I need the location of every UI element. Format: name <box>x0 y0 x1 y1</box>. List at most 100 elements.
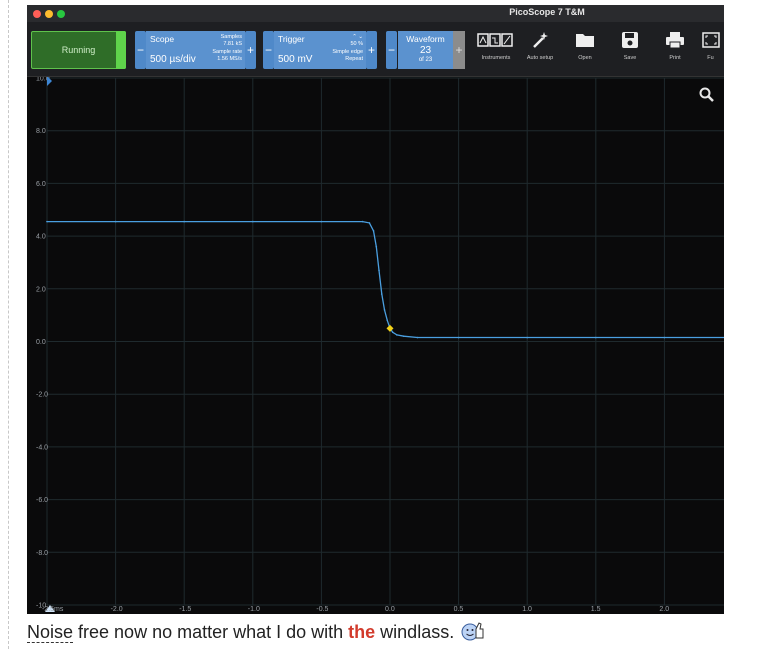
instruments-button[interactable]: Instruments <box>473 29 519 73</box>
left-margin-rule <box>8 0 9 649</box>
x-tick-label: -1.0 <box>248 606 260 613</box>
title-bar: PicoScope 7 T&M <box>27 5 724 22</box>
post-caption: Noise free now no matter what I do with … <box>27 620 485 643</box>
x-tick-label: 0.0 <box>385 606 395 613</box>
waveform-chart[interactable]: 10.08.06.04.02.00.0-2.0-4.0-6.0-8.0-10 -… <box>27 76 724 614</box>
run-indicator <box>116 31 126 69</box>
thumbs-up-emoji-icon <box>461 620 485 647</box>
scope-title: Scope <box>150 34 175 44</box>
waveform-point <box>378 269 380 272</box>
print-label: Print <box>669 55 681 61</box>
waveform-point <box>252 220 254 223</box>
y-tick-label: 4.0 <box>36 234 46 241</box>
instruments-label: Instruments <box>481 55 511 61</box>
caption-middle-text: free now no matter what I do with <box>73 622 349 642</box>
app-window: PicoScope 7 T&M Running − Scope 500 µs/d… <box>27 5 724 614</box>
waveform-point <box>663 336 666 339</box>
trigger-threshold: 500 mV <box>278 54 313 65</box>
toolbar: Running − Scope 500 µs/div Samples 7.81 … <box>27 22 724 77</box>
x-tick-label: 0.5 <box>454 606 464 613</box>
waveform-point <box>368 222 371 224</box>
run-stop-button[interactable]: Running <box>31 31 126 69</box>
waveform-point <box>416 336 419 339</box>
waveform-point <box>183 220 185 223</box>
open-button[interactable]: Open <box>562 29 608 73</box>
y-tick-label: -4.0 <box>36 444 48 451</box>
x-tick-label: -2.5ms <box>42 606 64 613</box>
scope-plus-button[interactable]: + <box>245 31 256 69</box>
caption-end-text: windlass. <box>375 622 455 642</box>
save-button[interactable]: Save <box>607 29 653 73</box>
trigger-title: Trigger <box>278 34 305 44</box>
waveform-point <box>361 220 364 223</box>
scope-minus-button[interactable]: − <box>135 31 146 69</box>
waveform-minus-button[interactable]: − <box>386 31 397 69</box>
waveform-point <box>526 336 528 339</box>
waveform-title: Waveform <box>406 34 445 44</box>
x-tick-label: 1.0 <box>522 606 532 613</box>
edge-icon: ⌃ ⌄ <box>352 34 363 40</box>
y-tick-label: 8.0 <box>36 128 46 135</box>
print-button[interactable]: Print <box>652 29 698 73</box>
magic-wand-icon <box>517 29 563 55</box>
trigger-panel[interactable]: Trigger 500 mV ⌃ ⌄ 50 % Simple edge Repe… <box>274 31 366 69</box>
y-tick-label: 2.0 <box>36 286 46 293</box>
y-tick-label: 0.0 <box>36 339 46 346</box>
page: PicoScope 7 T&M Running − Scope 500 µs/d… <box>0 0 770 649</box>
waveform-point <box>383 309 386 311</box>
waveform-point <box>380 293 383 295</box>
samples-label: Samples <box>220 34 242 40</box>
y-tick-label: -6.0 <box>36 497 48 504</box>
scope-panel[interactable]: Scope 500 µs/div Samples 7.81 kS Sample … <box>146 31 245 69</box>
waveform-plus-button[interactable]: + <box>453 31 465 69</box>
waveform-panel[interactable]: Waveform 23 of 23 <box>398 31 453 69</box>
x-tick-label: 1.5 <box>591 606 601 613</box>
printer-icon <box>652 29 698 55</box>
x-tick-label: -0.5 <box>316 606 328 613</box>
caption-noise-word: Noise <box>27 622 74 643</box>
waveform-point <box>46 220 48 223</box>
close-window-icon[interactable] <box>33 10 41 18</box>
open-label: Open <box>578 55 592 61</box>
samples-value: 7.81 kS <box>223 41 242 47</box>
waveform-point <box>386 319 389 322</box>
trigger-level: 50 % <box>350 41 363 47</box>
auto-setup-label: Auto setup <box>526 55 554 61</box>
zoom-window-icon[interactable] <box>57 10 65 18</box>
trigger-type: Simple edge <box>332 49 363 55</box>
instruments-icon <box>473 29 519 55</box>
trigger-mode: Repeat <box>345 56 363 62</box>
x-tick-label: 2.0 <box>659 606 669 613</box>
x-tick-label: -1.5 <box>179 606 191 613</box>
fullscreen-icon <box>697 29 724 55</box>
save-label: Save <box>623 55 637 61</box>
sample-rate-label: Sample rate <box>212 49 242 55</box>
waveform-point <box>320 220 323 223</box>
waveform-point <box>595 336 597 339</box>
app-title: PicoScope 7 T&M <box>509 7 585 17</box>
waveform-point <box>114 220 117 223</box>
waveform-point <box>372 230 375 232</box>
scope-timebase: 500 µs/div <box>150 54 196 65</box>
save-icon <box>607 29 653 55</box>
waveform-point <box>402 335 405 338</box>
caption-highlight: the <box>348 622 376 642</box>
waveform-current: 23 <box>419 45 432 56</box>
oscilloscope-plot[interactable]: 10.0 8.0 6.0 4.0 2.0 0.0 -2.0 -4.0 -6.0 -8.0 -10 -… <box>27 76 724 614</box>
sample-rate-value: 1.56 MS/s <box>217 56 242 62</box>
run-stop-label: Running <box>61 45 96 55</box>
trigger-minus-button[interactable]: − <box>263 31 274 69</box>
minimize-window-icon[interactable] <box>45 10 53 18</box>
auto-setup-button[interactable]: Auto setup <box>517 29 563 73</box>
trigger-plus-button[interactable]: + <box>366 31 377 69</box>
y-tick-label: -8.0 <box>36 550 48 557</box>
waveform-point <box>391 331 394 334</box>
fullscreen-label: Fu <box>707 55 714 61</box>
y-tick-label: 6.0 <box>36 181 46 188</box>
folder-icon <box>562 29 608 55</box>
waveform-point <box>457 336 460 339</box>
fullscreen-button[interactable]: Fu <box>697 29 724 73</box>
y-tick-label: -2.0 <box>36 392 48 399</box>
x-tick-label: -2.0 <box>111 606 123 613</box>
waveform-total: of 23 <box>418 57 433 63</box>
